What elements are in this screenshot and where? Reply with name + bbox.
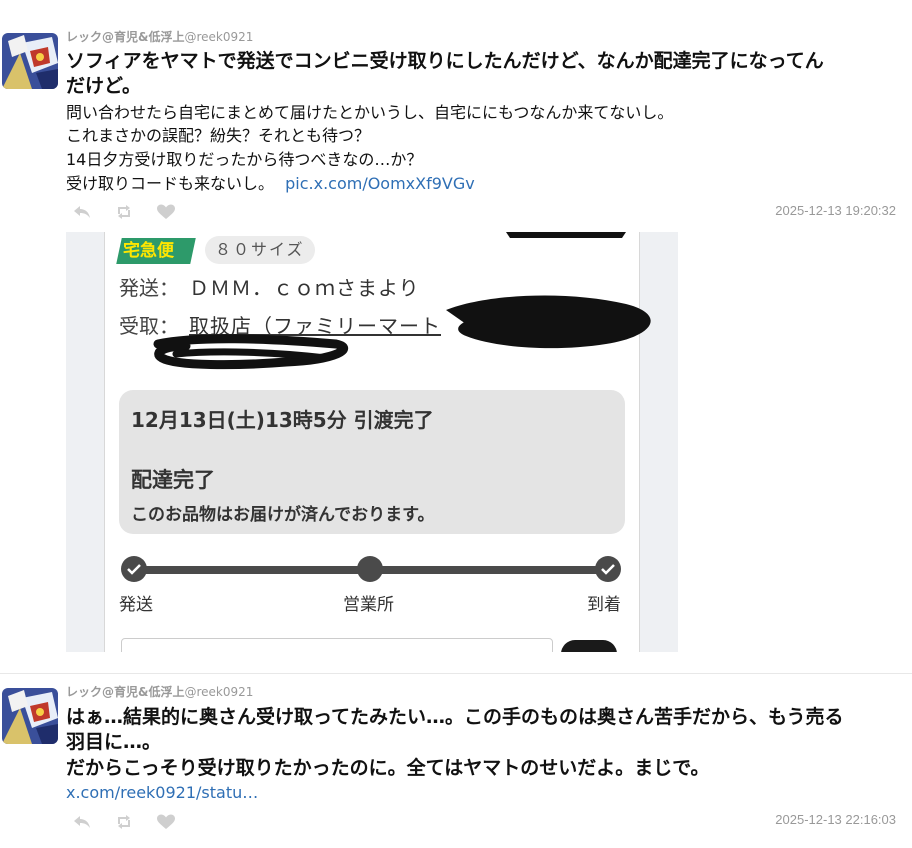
tweet-timestamp[interactable]: 2025-12-13 22:16:03 [775,812,896,827]
author-handle[interactable]: @reek0921 [184,30,253,44]
reply-icon[interactable] [72,204,92,220]
tweet-1: レック@育児&低浮上@reek0921 ソフィアをヤマトで発送でコンビニ受け取り… [0,0,912,228]
divider [0,673,912,674]
tweet-text-line: 14日夕方受け取りだったから待つべきなの…か？ [66,150,423,169]
like-icon[interactable] [156,204,176,220]
tweet-text-line: これまさかの誤配？紛失？それとも待つ？ [66,126,371,145]
author-name[interactable]: レック@育児&低浮上 [66,30,184,44]
tweet-actions [72,814,176,830]
tweet-2: レック@育児&低浮上@reek0921 はぁ…結果的に奥さん受け取ってたみたい…… [0,678,912,848]
avatar[interactable] [2,688,58,744]
tweet-media-link[interactable]: pic.x.com/OomxXf9VGv [285,174,475,193]
author-line: レック@育児&低浮上@reek0921 [66,28,253,45]
tweet-text-line: 問い合わせたら自宅にまとめて届けたとかいうし、自宅ににもつなんか来てないし。 [66,103,674,122]
author-handle[interactable]: @reek0921 [184,685,253,699]
author-line: レック@育児&低浮上@reek0921 [66,683,253,700]
tweet-bold-text: はぁ…結果的に奥さん受け取ってたみたい…。この手のものは奥さん苦手だから、もう売… [66,706,844,728]
tweet-bold-text-cont: 羽目に…。 [66,731,162,753]
tweet-bold-text-cont: だけど。 [66,75,142,97]
tweet-timestamp[interactable]: 2025-12-13 19:20:32 [775,203,896,218]
tweet-text-line: 受け取りコードも来ないし。 pic.x.com/OomxXf9VGv [66,173,475,195]
avatar[interactable] [2,33,58,89]
like-icon[interactable] [156,814,176,830]
redaction-scribble [153,232,651,370]
tweet-text-segment: 受け取りコードも来ないし。 [66,174,275,193]
author-name[interactable]: レック@育児&低浮上 [66,685,184,699]
reply-icon[interactable] [72,814,92,830]
tweet-actions [72,204,176,220]
tweet-bold-text-cont: だからこっそり受け取りたかったのに。全てはヤマトのせいだよ。まじで。 [66,757,710,779]
tweet-link-line: x.com/reek0921/statu… [66,782,258,804]
tweet-status-link[interactable]: x.com/reek0921/statu… [66,783,258,802]
attached-image[interactable]: 宅急便 ８０サイズ 発送： ＤＭＭ．ｃｏｍさまより 受取： 取扱店（ファミリーマ… [66,232,678,652]
retweet-icon[interactable] [114,204,134,220]
tweet-bold-text: ソフィアをヤマトで発送でコンビニ受け取りにしたんだけど、なんか配達完了になってん [66,50,824,72]
retweet-icon[interactable] [114,814,134,830]
